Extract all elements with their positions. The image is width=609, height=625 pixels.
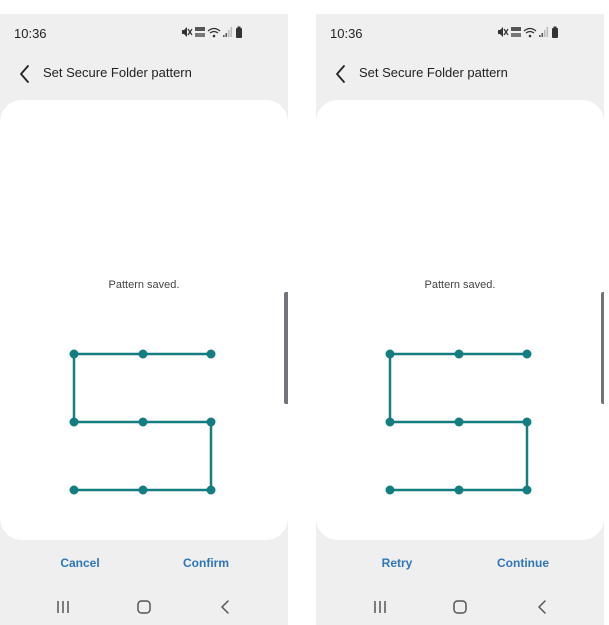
home-icon[interactable] (450, 597, 470, 617)
pattern-dot-5[interactable] (138, 417, 148, 427)
status-icons (182, 26, 242, 38)
pattern-dot-1[interactable] (69, 349, 79, 359)
navigation-bar (316, 594, 604, 620)
volte-icon (511, 27, 521, 37)
status-bar: 10:36 (0, 14, 288, 50)
back-nav-icon[interactable] (215, 597, 235, 617)
pattern-dot-4[interactable] (69, 417, 79, 427)
pattern-grid[interactable] (316, 100, 604, 540)
pattern-dot-9[interactable] (206, 485, 216, 495)
pattern-dot-2[interactable] (138, 349, 148, 359)
wifi-icon (523, 27, 537, 38)
status-bar: 10:36 (316, 14, 604, 50)
pattern-dot-5[interactable] (454, 417, 464, 427)
signal-icon (223, 27, 233, 37)
volte-icon (195, 27, 205, 37)
back-nav-icon[interactable] (532, 597, 552, 617)
edge-panel-handle[interactable] (601, 292, 604, 404)
phone-screen-left: 10:36 Set Secure Folder pattern Pattern … (0, 14, 288, 625)
back-arrow-icon[interactable] (13, 62, 37, 86)
pattern-dot-6[interactable] (206, 417, 216, 427)
recents-icon[interactable] (53, 597, 73, 617)
page-title: Set Secure Folder pattern (359, 65, 508, 80)
home-icon[interactable] (134, 597, 154, 617)
pattern-dot-1[interactable] (385, 349, 395, 359)
wifi-icon (207, 27, 221, 38)
mute-icon (498, 27, 509, 37)
cancel-button[interactable]: Cancel (60, 556, 99, 570)
pattern-dot-4[interactable] (385, 417, 395, 427)
phone-screen-right: 10:36 Set Secure Folder pattern Pattern … (316, 14, 604, 625)
pattern-card: Pattern saved. (0, 100, 288, 540)
pattern-dot-3[interactable] (206, 349, 216, 359)
pattern-dot-8[interactable] (454, 485, 464, 495)
status-icons (498, 26, 558, 38)
retry-button[interactable]: Retry (382, 556, 413, 570)
battery-icon (552, 26, 558, 38)
pattern-dot-7[interactable] (69, 485, 79, 495)
pattern-grid[interactable] (0, 100, 288, 540)
app-header: Set Secure Folder pattern (316, 58, 604, 90)
confirm-button[interactable]: Confirm (183, 556, 229, 570)
pattern-dot-7[interactable] (385, 485, 395, 495)
app-header: Set Secure Folder pattern (0, 58, 288, 90)
edge-panel-handle[interactable] (284, 292, 288, 404)
page-title: Set Secure Folder pattern (43, 65, 192, 80)
status-time: 10:36 (330, 26, 363, 41)
pattern-card: Pattern saved. (316, 100, 604, 540)
pattern-dot-2[interactable] (454, 349, 464, 359)
recents-icon[interactable] (370, 597, 390, 617)
pattern-dot-3[interactable] (522, 349, 532, 359)
pattern-dot-9[interactable] (522, 485, 532, 495)
battery-icon (236, 26, 242, 38)
back-arrow-icon[interactable] (329, 62, 353, 86)
status-time: 10:36 (14, 26, 47, 41)
signal-icon (539, 27, 549, 37)
navigation-bar (0, 594, 288, 620)
pattern-dot-8[interactable] (138, 485, 148, 495)
continue-button[interactable]: Continue (497, 556, 549, 570)
pattern-dot-6[interactable] (522, 417, 532, 427)
mute-icon (182, 27, 193, 37)
